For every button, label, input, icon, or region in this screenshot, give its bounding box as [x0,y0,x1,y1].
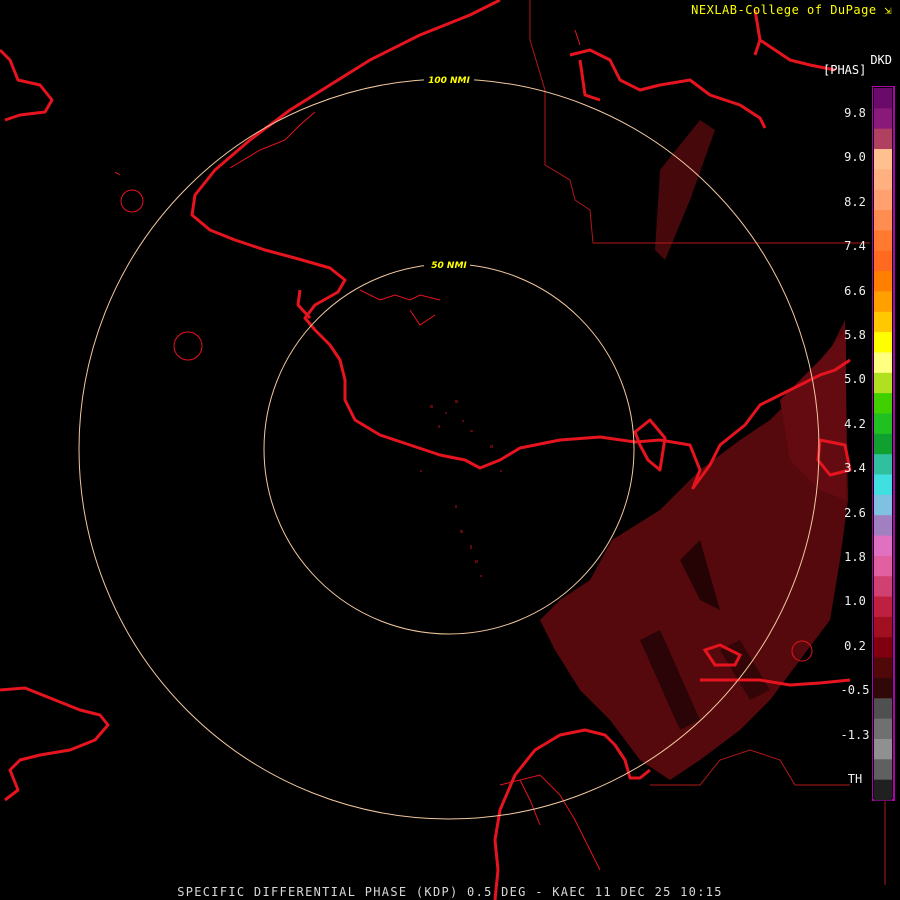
legend-swatch [874,210,892,231]
range-ring-50 [263,263,635,635]
credit-label: NEXLAB-College of DuPage ⇲ [691,3,892,17]
legend-swatch [874,616,892,638]
coast-northeast [569,48,767,129]
corner-logo-icon: ⇲ [876,3,892,17]
legend-label: 1.8 [844,550,866,564]
coastlines [0,0,852,900]
range-ring-label-100: 100 NMI [428,76,470,86]
legend-swatch [874,393,892,414]
legend-label: 5.0 [844,372,866,387]
units-label: [PHAS] [823,63,867,77]
coast-northwest [0,48,54,122]
legend-label: 1.0 [844,594,866,609]
legend-swatch [874,433,892,455]
radar-map: 50 NMI 100 NMI [0,0,886,900]
legend-label: TH [847,772,863,786]
legend-label: 3.4 [844,461,866,476]
echo-north-streak [655,120,715,260]
product-code: DKD [870,53,892,67]
legend-label: 4.2 [844,416,866,431]
legend-swatch [874,352,892,374]
legend-swatch [874,657,892,679]
legend-swatch [874,128,892,150]
clutter [420,400,502,577]
legend-label: -1.3 [840,727,870,742]
legend-label: -0.5 [840,683,870,698]
range-ring-label-50: 50 NMI [431,261,467,271]
legend-swatch [874,698,892,720]
legend-swatch [874,169,892,191]
legend-label: 6.6 [844,283,866,298]
legend-swatch [874,738,892,760]
legend-label: 7.4 [844,239,866,254]
coast-northeast-2 [753,9,836,72]
footer-caption: SPECIFIC DIFFERENTIAL PHASE (KDP) 0.5 DE… [177,885,723,899]
legend-label: 2.6 [844,505,866,520]
legend-label: 9.8 [844,106,866,120]
legend-label: 8.2 [844,194,866,209]
legend-label: 9.0 [844,150,866,165]
coast-main [190,0,851,490]
coast-west [0,686,110,802]
legend-label: 5.8 [844,328,866,342]
legend-label: 0.2 [844,638,866,653]
coast-east-inlet [633,418,667,472]
legend-swatch [874,474,892,496]
echo-field [540,120,848,780]
legend-swatch [874,250,892,272]
